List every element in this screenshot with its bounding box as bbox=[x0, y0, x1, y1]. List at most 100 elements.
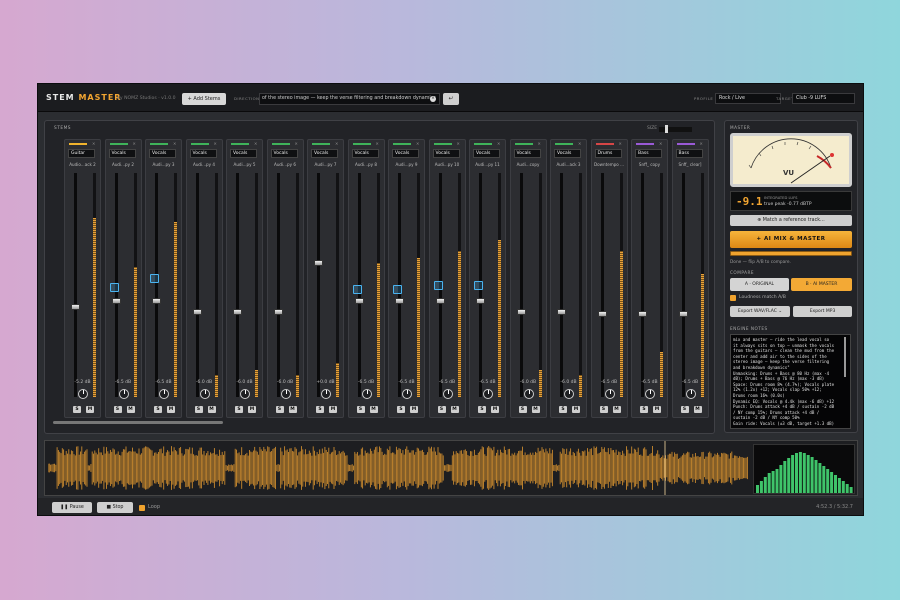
profile-select[interactable]: Rock / Live bbox=[715, 93, 781, 104]
fader-track[interactable] bbox=[681, 173, 685, 397]
mute-button[interactable]: M bbox=[653, 406, 661, 413]
fader-track[interactable] bbox=[74, 173, 77, 397]
waveform-panel[interactable] bbox=[44, 440, 858, 496]
remove-stem-icon[interactable]: ✕ bbox=[133, 141, 136, 146]
loop-checkbox[interactable] bbox=[139, 505, 145, 511]
stem-name-field[interactable]: Drums bbox=[594, 149, 622, 158]
volume-fader[interactable] bbox=[273, 309, 283, 315]
stem-name-field[interactable]: Vocals bbox=[473, 149, 500, 158]
stem-name-field[interactable]: Vocals bbox=[149, 149, 176, 158]
remove-stem-icon[interactable]: ✕ bbox=[659, 141, 662, 146]
stem-name-field[interactable]: Vocals bbox=[432, 149, 460, 158]
remove-stem-icon[interactable]: ✕ bbox=[619, 141, 622, 146]
pan-knob[interactable] bbox=[361, 389, 372, 399]
enter-icon[interactable]: ↵ bbox=[443, 93, 459, 105]
stem-name-field[interactable]: Vocals bbox=[392, 149, 419, 158]
solo-button[interactable]: S bbox=[680, 406, 689, 413]
remove-stem-icon[interactable]: ✕ bbox=[295, 141, 298, 146]
mute-button[interactable]: M bbox=[167, 406, 175, 413]
ab-ai-master-button[interactable]: B · AI MASTER bbox=[791, 278, 852, 291]
export-wav-button[interactable]: Export WAV/FLAC ⌄ bbox=[730, 306, 790, 317]
remove-stem-icon[interactable]: ✕ bbox=[173, 141, 176, 146]
pan-knob[interactable] bbox=[402, 389, 412, 399]
fader-track[interactable] bbox=[276, 173, 280, 397]
automation-marker[interactable] bbox=[433, 281, 443, 290]
fader-track[interactable] bbox=[195, 173, 199, 397]
volume-fader[interactable] bbox=[192, 309, 202, 315]
stem-name-field[interactable]: Vocals bbox=[108, 149, 136, 158]
engine-notes[interactable]: mix and master — ride the lead vocal so … bbox=[730, 334, 851, 429]
pan-knob[interactable] bbox=[321, 389, 331, 399]
remove-stem-icon[interactable]: ✕ bbox=[335, 141, 338, 146]
fader-track[interactable] bbox=[236, 173, 239, 397]
solo-button[interactable]: S bbox=[154, 406, 162, 413]
fader-track[interactable] bbox=[641, 173, 644, 397]
fader-track[interactable] bbox=[600, 173, 604, 397]
volume-fader[interactable] bbox=[678, 311, 688, 317]
stem-name-field[interactable]: Vocals bbox=[554, 149, 581, 158]
volume-fader[interactable] bbox=[476, 298, 485, 304]
stems-scrollbar[interactable] bbox=[53, 421, 223, 424]
remove-stem-icon[interactable]: ✕ bbox=[700, 141, 703, 146]
mute-button[interactable]: M bbox=[126, 406, 135, 413]
stem-name-field[interactable]: Vocals bbox=[311, 149, 338, 158]
volume-fader[interactable] bbox=[314, 260, 323, 266]
pan-knob[interactable] bbox=[280, 389, 291, 399]
automation-marker[interactable] bbox=[352, 285, 362, 294]
size-slider[interactable] bbox=[659, 127, 692, 132]
remove-stem-icon[interactable]: ✕ bbox=[538, 141, 541, 146]
pan-knob[interactable] bbox=[483, 389, 493, 399]
solo-button[interactable]: S bbox=[518, 406, 527, 413]
volume-fader[interactable] bbox=[638, 311, 647, 317]
pan-knob[interactable] bbox=[604, 389, 615, 399]
export-mp3-button[interactable]: Export MP3 bbox=[793, 306, 852, 317]
pan-knob[interactable] bbox=[118, 389, 129, 399]
stem-name-field[interactable]: Vocals bbox=[230, 149, 257, 158]
solo-button[interactable]: S bbox=[356, 406, 365, 413]
add-stems-button[interactable]: + Add Stems bbox=[182, 93, 226, 105]
automation-marker[interactable] bbox=[109, 283, 119, 292]
ai-mix-master-button[interactable]: + AI MIX & MASTER bbox=[730, 231, 852, 248]
pan-knob[interactable] bbox=[442, 389, 453, 399]
stem-name-field[interactable]: Guitar bbox=[68, 149, 95, 158]
volume-fader[interactable] bbox=[395, 298, 404, 304]
solo-button[interactable]: S bbox=[113, 406, 122, 413]
loudness-match-checkbox[interactable] bbox=[730, 295, 736, 301]
mute-button[interactable]: M bbox=[248, 406, 256, 413]
remove-stem-icon[interactable]: ✕ bbox=[92, 141, 95, 146]
volume-fader[interactable] bbox=[233, 309, 242, 315]
mute-button[interactable]: M bbox=[329, 406, 337, 413]
close-icon[interactable]: × bbox=[430, 96, 436, 102]
mute-button[interactable]: M bbox=[369, 406, 378, 413]
pan-knob[interactable] bbox=[78, 389, 88, 399]
fader-track[interactable] bbox=[317, 173, 320, 397]
fader-track[interactable] bbox=[519, 173, 523, 397]
mute-button[interactable]: M bbox=[207, 406, 216, 413]
volume-fader[interactable] bbox=[557, 309, 566, 315]
stop-button[interactable]: ■ Stop bbox=[97, 502, 133, 513]
solo-button[interactable]: S bbox=[640, 406, 648, 413]
solo-button[interactable]: S bbox=[559, 406, 567, 413]
solo-button[interactable]: S bbox=[599, 406, 608, 413]
mute-button[interactable]: M bbox=[572, 406, 580, 413]
stem-name-field[interactable]: Vocals bbox=[513, 149, 541, 158]
remove-stem-icon[interactable]: ✕ bbox=[457, 141, 460, 146]
pan-knob[interactable] bbox=[645, 389, 655, 399]
solo-button[interactable]: S bbox=[235, 406, 243, 413]
pan-knob[interactable] bbox=[240, 389, 250, 399]
pan-knob[interactable] bbox=[685, 389, 696, 399]
remove-stem-icon[interactable]: ✕ bbox=[214, 141, 217, 146]
volume-fader[interactable] bbox=[354, 298, 364, 304]
remove-stem-icon[interactable]: ✕ bbox=[578, 141, 581, 146]
pan-knob[interactable] bbox=[199, 389, 210, 399]
mute-button[interactable]: M bbox=[612, 406, 621, 413]
mute-button[interactable]: M bbox=[288, 406, 297, 413]
stem-name-field[interactable]: Vocals bbox=[270, 149, 298, 158]
volume-fader[interactable] bbox=[71, 304, 80, 310]
automation-marker[interactable] bbox=[150, 274, 159, 283]
ab-original-button[interactable]: A · ORIGINAL bbox=[730, 278, 789, 291]
stem-name-field[interactable]: Bass bbox=[675, 149, 703, 158]
remove-stem-icon[interactable]: ✕ bbox=[416, 141, 419, 146]
mute-button[interactable]: M bbox=[531, 406, 540, 413]
mute-button[interactable]: M bbox=[693, 406, 702, 413]
